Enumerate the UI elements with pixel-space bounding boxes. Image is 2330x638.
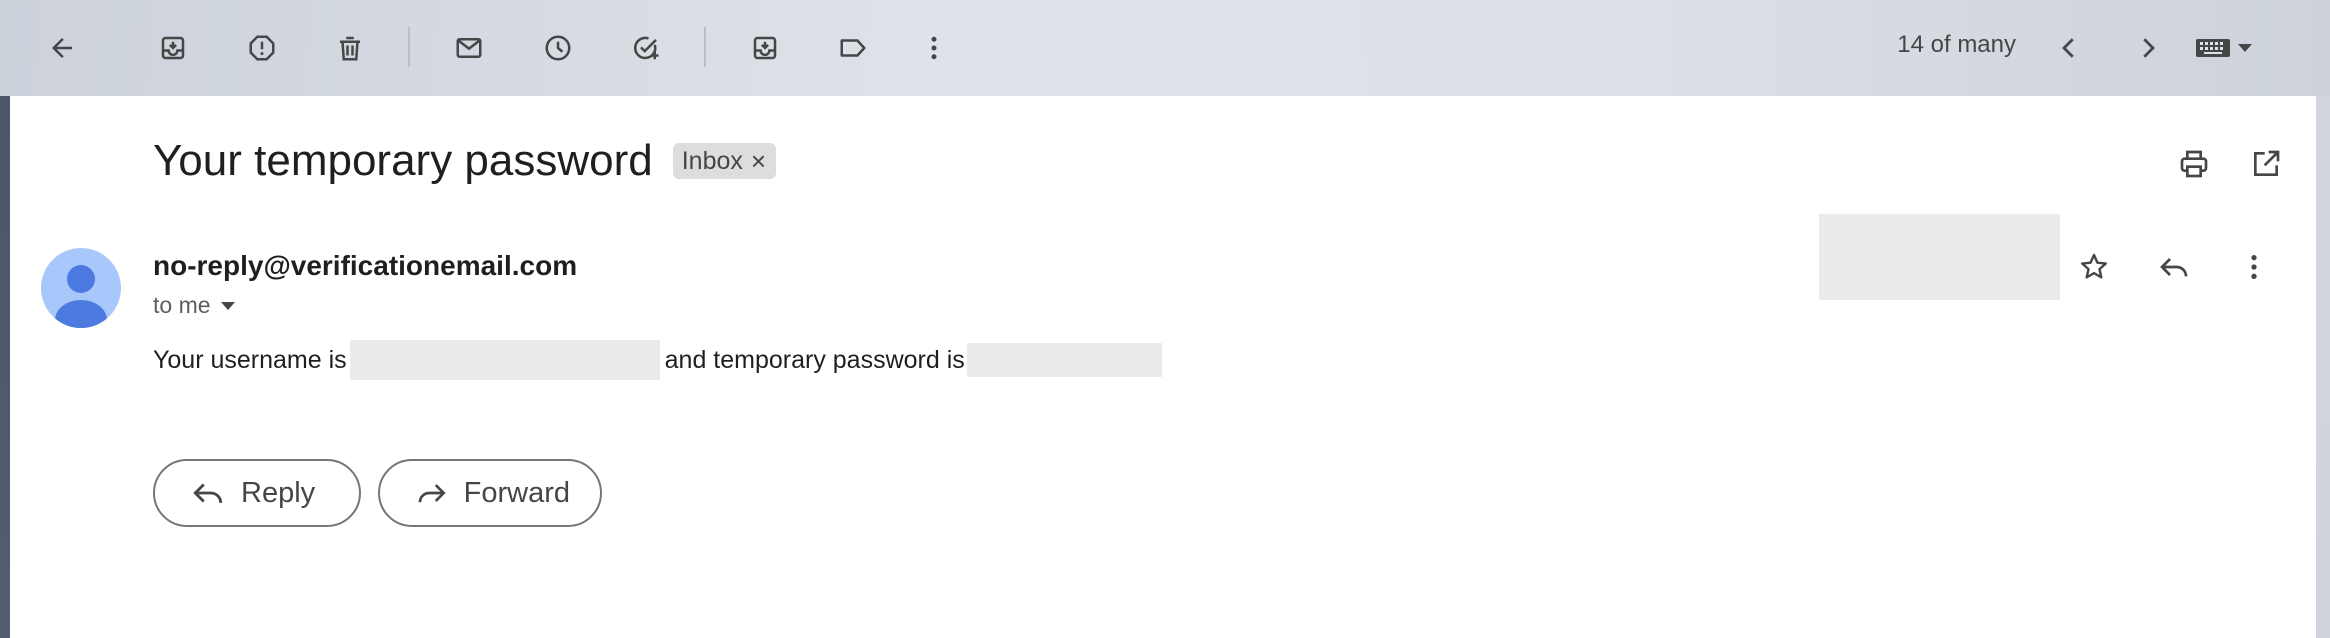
redacted-date bbox=[1819, 214, 2060, 300]
forward-icon bbox=[418, 484, 446, 503]
star-icon[interactable] bbox=[2070, 243, 2118, 291]
email-subject: Your temporary password bbox=[153, 136, 653, 185]
toolbar-divider bbox=[704, 27, 706, 67]
label-chip-text: Inbox bbox=[681, 146, 743, 175]
toolbar: 14 of many bbox=[0, 0, 2330, 96]
body-text-part-1: Your username is bbox=[153, 345, 347, 374]
email-panel: Your temporary password Inbox × no-reply… bbox=[10, 96, 2316, 638]
body-text-part-2: and temporary password is bbox=[664, 345, 965, 374]
forward-button-label: Forward bbox=[463, 476, 570, 509]
email-body: Your username is and temporary password … bbox=[153, 340, 1162, 380]
reply-icon bbox=[193, 483, 223, 504]
recipient-label: to me bbox=[153, 292, 211, 318]
keyboard-icon bbox=[2196, 39, 2230, 57]
chevron-down-icon bbox=[220, 301, 235, 310]
redacted-username bbox=[349, 340, 660, 380]
reply-button[interactable]: Reply bbox=[153, 459, 361, 527]
recipient-details-toggle[interactable]: to me bbox=[153, 292, 235, 319]
remove-label-icon[interactable]: × bbox=[751, 148, 766, 174]
chevron-left-icon[interactable] bbox=[2045, 24, 2093, 72]
person-icon bbox=[55, 265, 107, 328]
reply-icon[interactable] bbox=[2150, 243, 2198, 291]
pager-count: 14 of many bbox=[1897, 31, 2016, 58]
back-arrow-icon[interactable] bbox=[38, 24, 86, 72]
redacted-password bbox=[966, 343, 1162, 377]
reply-button-label: Reply bbox=[241, 476, 316, 509]
add-task-icon[interactable] bbox=[622, 24, 670, 72]
more-vert-icon[interactable] bbox=[910, 24, 958, 72]
chevron-right-icon[interactable] bbox=[2124, 24, 2172, 72]
more-vert-icon[interactable] bbox=[2230, 243, 2278, 291]
dropdown-arrow-icon bbox=[2238, 44, 2252, 52]
move-to-icon[interactable] bbox=[741, 24, 789, 72]
report-spam-icon[interactable] bbox=[238, 24, 286, 72]
delete-icon[interactable] bbox=[326, 24, 374, 72]
input-tools-button[interactable] bbox=[2196, 26, 2252, 70]
toolbar-divider bbox=[408, 27, 410, 67]
avatar bbox=[41, 248, 121, 328]
print-icon[interactable] bbox=[2170, 140, 2218, 188]
label-icon[interactable] bbox=[829, 24, 877, 72]
open-in-new-window-icon[interactable] bbox=[2242, 140, 2290, 188]
message-actions bbox=[2070, 243, 2278, 291]
forward-button[interactable]: Forward bbox=[378, 459, 602, 527]
label-chip-inbox[interactable]: Inbox × bbox=[672, 143, 777, 179]
mark-unread-icon[interactable] bbox=[445, 24, 493, 72]
subject-row: Your temporary password Inbox × bbox=[153, 136, 777, 186]
thread-actions bbox=[2170, 140, 2290, 188]
sender-email: no-reply@verificationemail.com bbox=[153, 250, 578, 281]
snooze-icon[interactable] bbox=[534, 24, 582, 72]
archive-icon[interactable] bbox=[149, 24, 197, 72]
